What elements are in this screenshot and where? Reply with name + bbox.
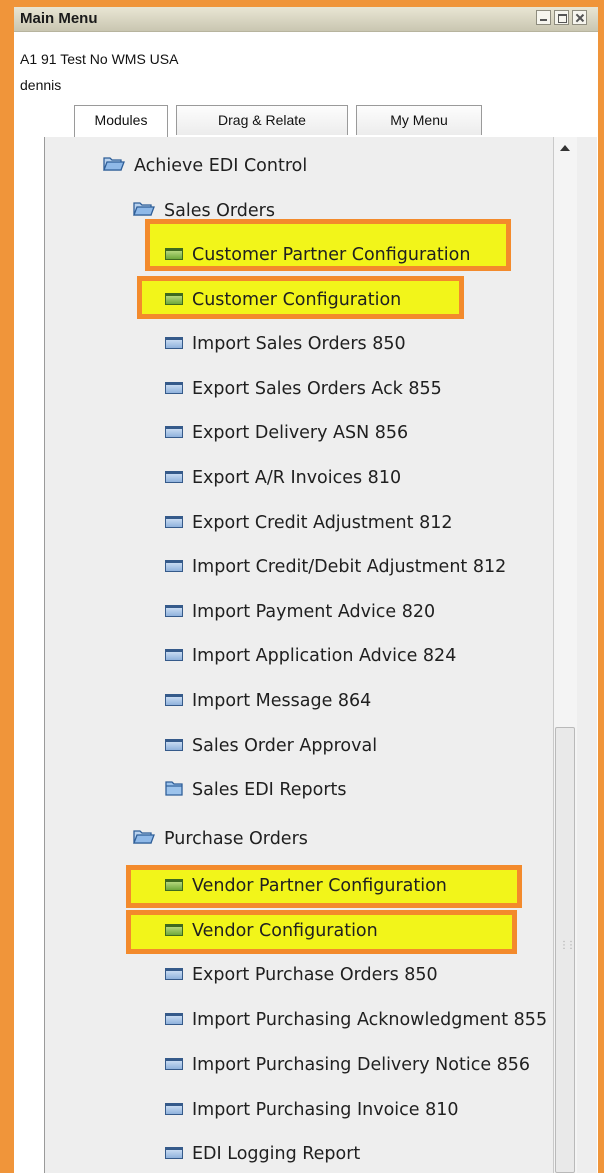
tree-item[interactable]: EDI Logging Report <box>165 1134 360 1173</box>
tree-item-label: Vendor Configuration <box>192 920 378 941</box>
tree-item[interactable]: Customer Configuration <box>165 280 401 320</box>
tree-item-label: Import Message 864 <box>192 691 372 711</box>
window-icon <box>165 1055 183 1075</box>
tree-item-label: Export A/R Invoices 810 <box>192 468 402 488</box>
orange-frame-left <box>0 0 14 1173</box>
tree-item-label: Sales Order Approval <box>192 735 378 756</box>
tree-item[interactable]: Export Delivery ASN 856 <box>165 413 408 453</box>
tree-item-label: Import Credit/Debit Adjustment 812 <box>192 557 507 578</box>
tree-item-label: Import Application Advice 824 <box>192 646 457 667</box>
tree-item[interactable]: Import Sales Orders 850 <box>165 324 406 364</box>
window-icon <box>165 736 183 756</box>
tree-item[interactable]: Export A/R Invoices 810 <box>165 458 401 498</box>
window-icon <box>165 1010 183 1030</box>
window-icon <box>165 468 183 488</box>
tree-item-label: Import Purchasing Invoice 810 <box>192 1099 459 1120</box>
window-icon <box>165 691 183 711</box>
tree-item-label: Import Sales Orders 850 <box>192 334 406 355</box>
open-folder-icon <box>103 155 125 177</box>
minimize-icon[interactable] <box>536 10 551 25</box>
window-icon <box>165 1100 183 1120</box>
module-tree-panel: Achieve EDI Control Sales Orders Customer … <box>44 137 597 1173</box>
tree-item[interactable]: Export Purchase Orders 850 <box>165 955 438 995</box>
tree-item[interactable]: Purchase Orders <box>133 819 308 859</box>
tree-item-label: Import Payment Advice 820 <box>192 601 436 622</box>
tree-item[interactable]: Import Purchasing Delivery Notice 856 <box>165 1045 530 1085</box>
window-icon <box>165 646 183 666</box>
tree-item-label: Sales EDI Reports <box>192 780 347 801</box>
tree-item-label: Import Purchasing Acknowledgment 855 <box>192 1010 548 1031</box>
tree-item[interactable]: Import Payment Advice 820 <box>165 592 435 632</box>
tree-item-label: Sales Orders <box>164 201 275 221</box>
tree-item[interactable]: Sales Order Approval <box>165 726 377 766</box>
tab-my-menu[interactable]: My Menu <box>356 105 482 135</box>
tree-item[interactable]: Import Credit/Debit Adjustment 812 <box>165 547 506 587</box>
tab-drag-relate[interactable]: Drag & Relate <box>176 105 348 135</box>
window-icon <box>165 513 183 533</box>
window-icon <box>165 423 183 443</box>
tree-item[interactable]: Vendor Partner Configuration <box>165 866 447 906</box>
vertical-scrollbar[interactable] <box>553 137 577 1173</box>
maximize-icon[interactable] <box>554 10 569 25</box>
tree-item[interactable]: Vendor Configuration <box>165 911 378 951</box>
window-icon <box>165 379 183 399</box>
tree-item[interactable]: Sales Orders <box>133 191 275 231</box>
orange-frame-right <box>598 0 604 1173</box>
open-folder-icon <box>133 828 155 850</box>
scroll-thumb[interactable] <box>555 727 575 1173</box>
orange-frame-top <box>0 0 604 7</box>
tree-item-label: Export Purchase Orders 850 <box>192 965 438 986</box>
window-icon <box>165 557 183 577</box>
tree-item-label: Vendor Partner Configuration <box>192 876 447 896</box>
green-window-icon <box>165 921 183 941</box>
window-icon <box>165 334 183 354</box>
window-icon <box>165 965 183 985</box>
open-folder-icon <box>133 200 155 222</box>
user-name: dennis <box>20 77 62 93</box>
main-menu-window: Main Menu A1 91 Test No WMS USA dennis M… <box>14 7 598 1173</box>
tree-item-label: Customer Configuration <box>192 289 402 310</box>
tab-modules[interactable]: Modules <box>74 105 168 138</box>
tree-item-label: Customer Partner Configuration <box>192 245 471 265</box>
tree-item[interactable]: Import Purchasing Invoice 810 <box>165 1090 459 1130</box>
green-window-icon <box>165 290 183 310</box>
company-name: A1 91 Test No WMS USA <box>20 51 179 67</box>
tree-item-label: Purchase Orders <box>164 829 308 849</box>
tree-item-label: Export Sales Orders Ack 855 <box>192 378 442 399</box>
window-icon <box>165 602 183 622</box>
tree-item-label: Export Delivery ASN 856 <box>192 423 409 444</box>
tree-item-label: Achieve EDI Control <box>134 156 308 176</box>
title-bar[interactable]: Main Menu <box>14 7 598 32</box>
window-title: Main Menu <box>20 10 98 27</box>
window-icon <box>165 1144 183 1164</box>
tree-item[interactable]: Import Purchasing Acknowledgment 855 <box>165 1000 547 1040</box>
tree-item[interactable]: Export Credit Adjustment 812 <box>165 503 452 543</box>
tree-item-label: Import Purchasing Delivery Notice 856 <box>192 1054 531 1075</box>
green-window-icon <box>165 876 183 896</box>
tree-item-label: Export Credit Adjustment 812 <box>192 512 453 533</box>
close-icon[interactable] <box>572 10 587 25</box>
tree-item[interactable]: Sales EDI Reports <box>165 770 347 810</box>
tree-item[interactable]: Import Application Advice 824 <box>165 636 456 676</box>
closed-folder-icon <box>165 780 183 801</box>
tree-item[interactable]: Export Sales Orders Ack 855 <box>165 369 442 409</box>
tree-item-label: EDI Logging Report <box>192 1144 361 1165</box>
tree-item[interactable]: Achieve EDI Control <box>103 146 307 186</box>
tree-item[interactable]: Import Message 864 <box>165 681 371 721</box>
green-window-icon <box>165 245 183 265</box>
tree-item[interactable]: Customer Partner Configuration <box>165 235 470 275</box>
scroll-up-icon[interactable] <box>554 137 577 161</box>
